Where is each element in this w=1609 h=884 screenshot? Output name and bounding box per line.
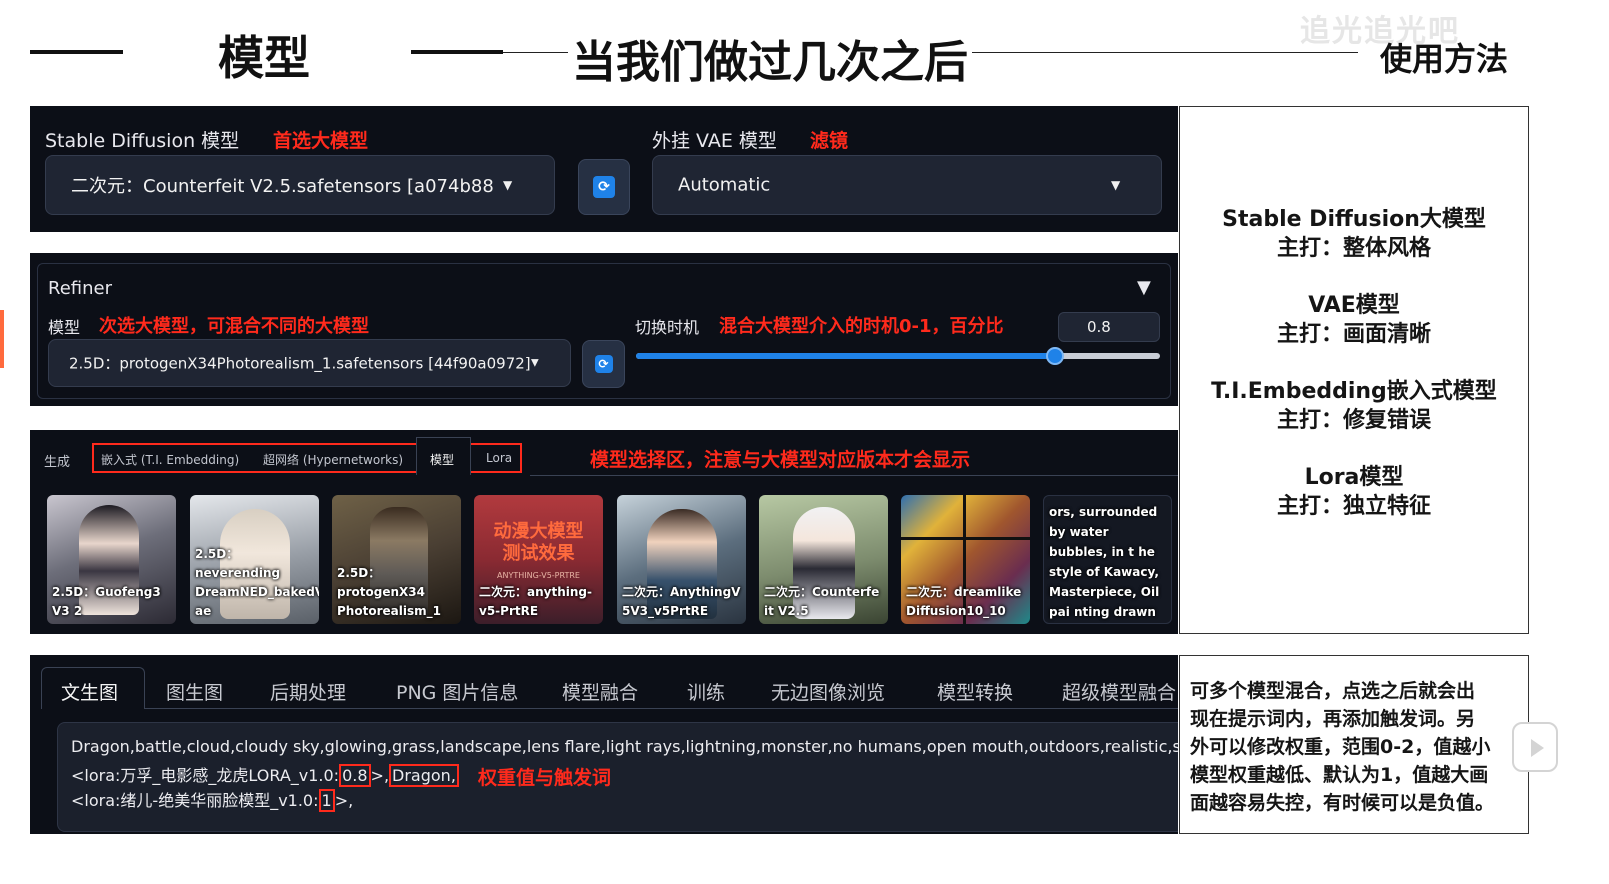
prompt-line-2: <lora:万孚_电影感_龙虎LORA_v1.0: 0.8 >, Dragon,: [71, 762, 459, 787]
slide: 模型 当我们做过几次之后 追光追光吧 使用方法 Stable Diffusion…: [0, 0, 1609, 884]
card-overlay-text: 动漫大模型 测试效果: [493, 521, 584, 564]
lora-note-line: 模型权重越低、默认为1，值越大画: [1190, 764, 1489, 786]
usage-item-name: T.I.Embedding嵌入式模型: [1211, 379, 1497, 404]
extra-networks-note: 模型选择区，注意与大模型对应版本才会显示: [590, 449, 971, 471]
player-icon[interactable]: [1512, 722, 1558, 772]
tab-txt2img[interactable]: 文生图: [61, 678, 118, 705]
refiner-title: Refiner: [48, 278, 112, 299]
lora-weight-1: 0.8: [339, 764, 371, 787]
side-marker: [0, 310, 4, 368]
chevron-down-icon: ▼: [503, 178, 513, 192]
refiner-model-label: 模型: [48, 318, 81, 337]
tab-extras[interactable]: 后期处理: [270, 678, 346, 705]
model-card[interactable]: 2.5D：protogenX34 Photorealism_1: [332, 495, 461, 624]
prompt-line-3: <lora:绪儿-绝美华丽脸模型_v1.0: 1 >,: [71, 787, 354, 812]
lora-tag-2: <lora:绪儿-绝美华丽脸模型_v1.0:: [71, 791, 319, 810]
usage-item-desc: 主打：整体风格: [1276, 236, 1431, 261]
tab-infinite-browser[interactable]: 无边图像浏览: [771, 678, 885, 705]
prompt-line-1: Dragon,battle,cloud,cloudy sky,glowing,g…: [71, 737, 1178, 756]
vae-value: Automatic: [678, 174, 771, 196]
lora-note-line: 面越容易失控，有时候可以是负值。: [1190, 792, 1495, 814]
tab-generate[interactable]: 生成: [44, 451, 70, 470]
switch-value: 0.8: [1087, 318, 1111, 336]
lora-tag-1: <lora:万孚_电影感_龙虎LORA_v1.0:: [71, 766, 340, 785]
tab-png-info[interactable]: PNG 图片信息: [396, 678, 518, 705]
sd-model-value: 二次元：Counterfeit V2.5.safetensors [a074b8…: [71, 176, 494, 197]
header-rule-mid: [411, 50, 503, 54]
switch-note: 混合大模型介入的时机0-1，百分比: [719, 316, 1004, 337]
usage-item-desc: 主打：画面清晰: [1276, 322, 1431, 347]
tab-supermerger[interactable]: 超级模型融合: [1062, 678, 1176, 705]
tab-checkpoint-merger[interactable]: 模型融合: [562, 678, 638, 705]
vae-label: 外挂 VAE 模型: [652, 130, 777, 152]
lora-note-line: 现在提示词内，再添加触发词。另: [1190, 708, 1476, 730]
sd-model-label: Stable Diffusion 模型: [45, 130, 240, 152]
model-card[interactable]: ors, surrounded by water bubbles, in t h…: [1043, 495, 1172, 624]
tab-hypernetworks[interactable]: 超网络 (Hypernetworks): [263, 451, 403, 468]
lora-note-line: 可多个模型混合，点选之后就会出: [1190, 680, 1476, 702]
trigger-word: Dragon,: [389, 764, 459, 787]
switch-slider[interactable]: [636, 347, 1160, 365]
lora-tag-1-end: >,: [370, 766, 390, 785]
card-caption: 2.5D：protogenX34 Photorealism_1: [337, 566, 441, 618]
usage-item-desc: 主打：独立特征: [1276, 494, 1431, 519]
chevron-down-icon: ▼: [1111, 178, 1121, 192]
tabs-underline: [145, 708, 1178, 709]
model-card[interactable]: 动漫大模型 测试效果 ANYTHING-V5-PRTRE 二次元：anythin…: [474, 495, 603, 624]
refiner-model-select[interactable]: 2.5D：protogenX34Photorealism_1.safetenso…: [48, 339, 571, 387]
model-card[interactable]: 二次元：Counterfe it V2.5: [759, 495, 888, 624]
tab-underline: [530, 475, 1178, 476]
model-card[interactable]: 二次元：AnythingV 5V3_v5PrtRE: [617, 495, 746, 624]
tab-checkpoints[interactable]: 模型: [430, 451, 454, 468]
tab-embedding[interactable]: 嵌入式 (T.I. Embedding): [101, 451, 239, 468]
card-caption: 二次元：Counterfe it V2.5: [764, 585, 880, 618]
usage-item-name: VAE模型: [1308, 293, 1400, 318]
card-caption: 二次元：anything- v5-PrtRE: [479, 585, 592, 618]
tab-img2img[interactable]: 图生图: [166, 678, 223, 705]
card-caption: ors, surrounded by water bubbles, in t h…: [1049, 505, 1160, 619]
model-card[interactable]: 二次元：dreamlike Diffusion10_10: [901, 495, 1030, 624]
refiner-toggle-icon[interactable]: ▼: [1137, 277, 1151, 298]
lora-tag-2-end: >,: [334, 791, 354, 810]
prompt-note: 权重值与触发词: [478, 767, 612, 789]
usage-item-desc: 主打：修复错误: [1276, 408, 1431, 433]
card-caption: 二次元：dreamlike Diffusion10_10: [906, 585, 1022, 618]
card-caption: 二次元：AnythingV 5V3_v5PrtRE: [622, 585, 741, 618]
switch-value-input[interactable]: 0.8: [1058, 312, 1160, 342]
header-title-right: 使用方法: [1380, 40, 1509, 78]
model-card[interactable]: 2.5D：neverending DreamNED_bakedV ae: [190, 495, 319, 624]
refiner-model-value: 2.5D：protogenX34Photorealism_1.safetenso…: [69, 354, 531, 373]
card-sub-text: ANYTHING-V5-PRTRE: [497, 571, 580, 580]
vae-note: 滤镜: [810, 130, 849, 152]
model-card[interactable]: 2.5D：Guofeng3 V3 2: [47, 495, 176, 624]
chevron-down-icon: ▼: [531, 357, 539, 369]
usage-box: Stable Diffusion大模型 主打：整体风格 VAE模型 主打：画面清…: [1179, 106, 1529, 634]
play-icon: [1531, 739, 1544, 757]
lora-weight-2: 1: [318, 789, 335, 812]
refresh-icon: ⟳: [593, 176, 615, 198]
tab-model-converter[interactable]: 模型转换: [937, 678, 1013, 705]
card-caption: 2.5D：Guofeng3 V3 2: [52, 585, 161, 618]
switch-label: 切换时机: [635, 318, 700, 337]
prompt-line-1-clip: Dragon,battle,cloud,cloudy sky,glowing,g…: [71, 737, 1178, 761]
refresh-icon: ⟳: [594, 355, 613, 373]
lora-note-box: 可多个模型混合，点选之后就会出 现在提示词内，再添加触发词。另 外可以修改权重，…: [1179, 655, 1529, 834]
refiner-model-note: 次选大模型，可混合不同的大模型: [99, 316, 369, 337]
tab-supermerger-clip: 超级模型融合: [1062, 678, 1178, 706]
slider-fill: [636, 353, 1056, 359]
usage-item-name: Stable Diffusion大模型: [1222, 207, 1486, 232]
card-caption: 2.5D：neverending DreamNED_bakedV ae: [195, 547, 319, 618]
vae-select[interactable]: Automatic ▼: [652, 155, 1162, 215]
tab-lora[interactable]: Lora: [486, 451, 512, 465]
header-rule-left: [30, 50, 123, 54]
tab-train[interactable]: 训练: [687, 678, 725, 705]
refiner-refresh-button[interactable]: ⟳: [582, 340, 625, 388]
lora-note-line: 外可以修改权重，范围0-2，值越小: [1190, 736, 1491, 758]
usage-item-name: Lora模型: [1304, 465, 1404, 490]
header-title-center: 当我们做过几次之后: [568, 26, 972, 90]
sd-model-refresh-button[interactable]: ⟳: [578, 159, 630, 215]
sd-model-select[interactable]: 二次元：Counterfeit V2.5.safetensors [a074b8…: [45, 155, 555, 215]
header-title-left: 模型: [218, 31, 310, 85]
sd-model-note: 首选大模型: [273, 130, 369, 152]
